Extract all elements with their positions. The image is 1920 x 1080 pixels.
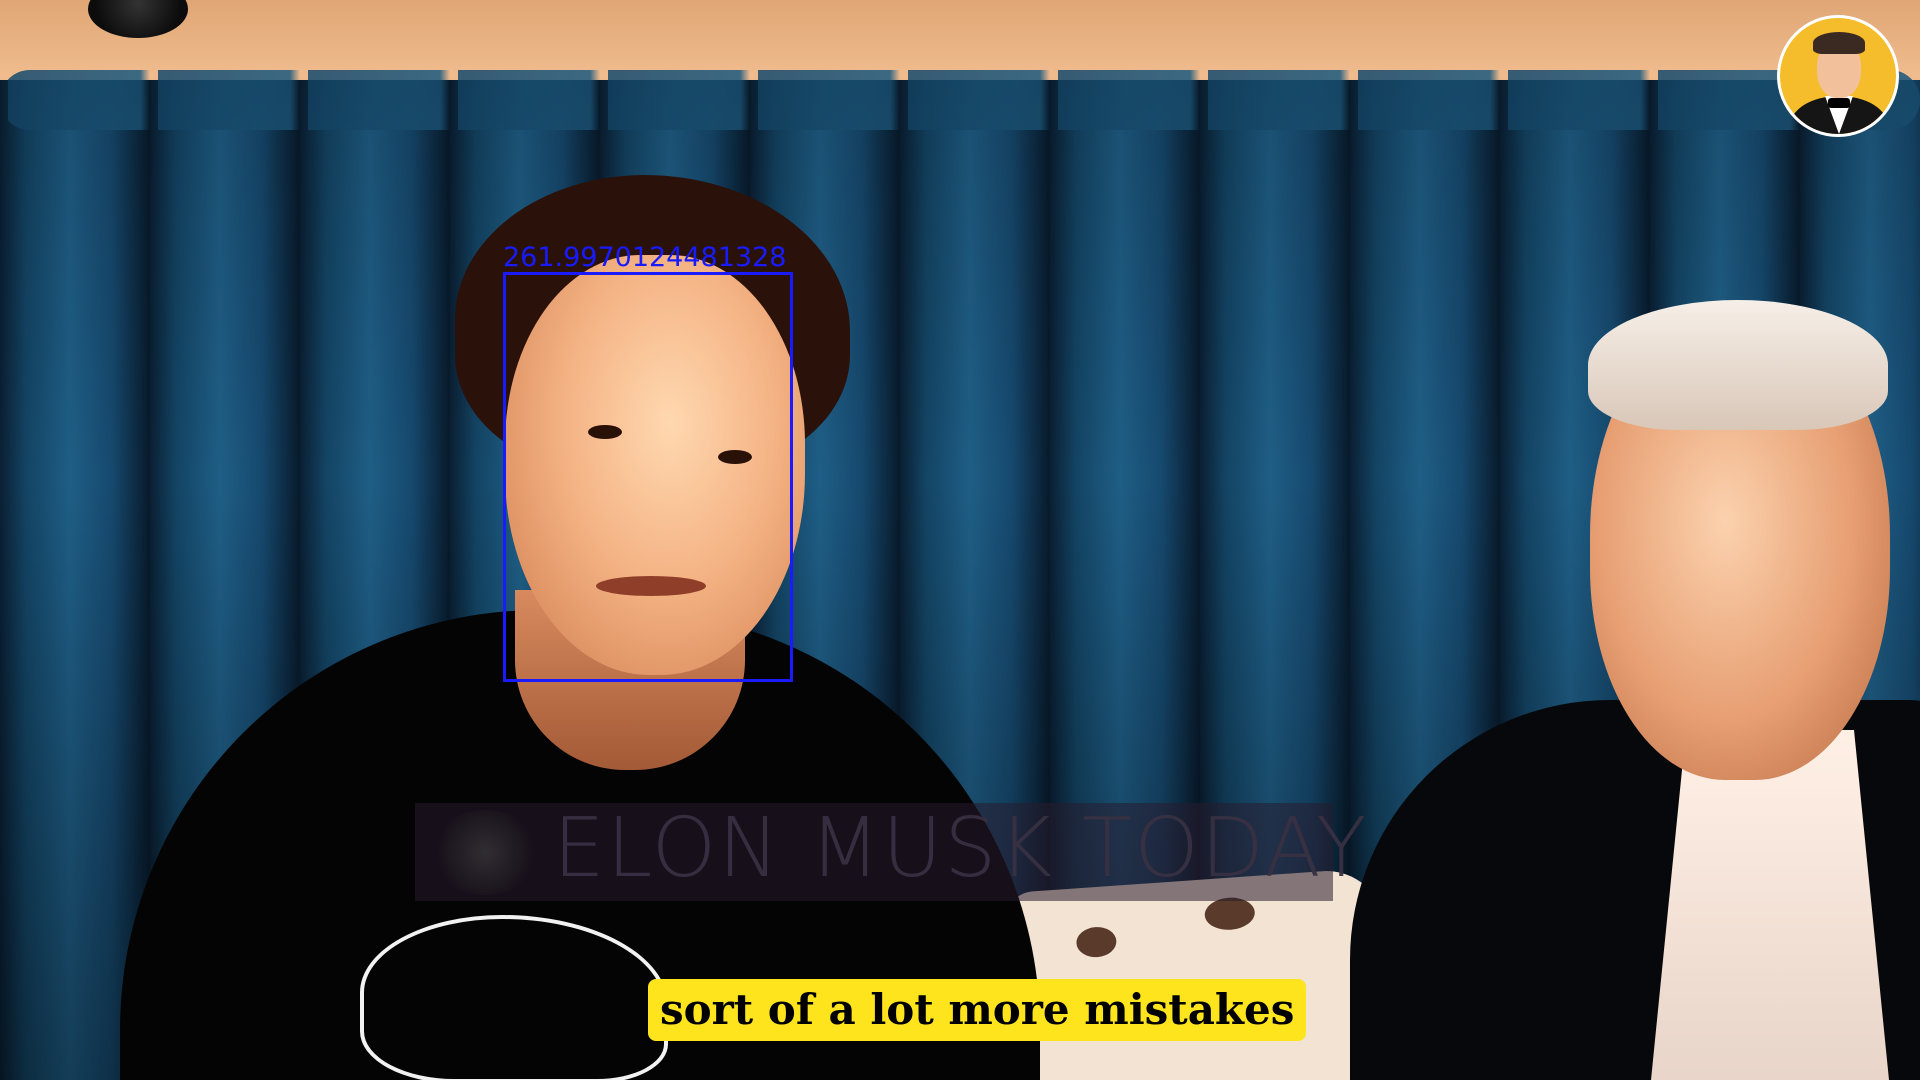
watermark-logo-icon xyxy=(430,810,540,895)
right-person-shirt xyxy=(1650,730,1890,1080)
cushion-pattern xyxy=(1203,896,1256,932)
channel-avatar-icon[interactable] xyxy=(1777,15,1899,137)
cushion-pattern xyxy=(1075,925,1118,959)
watermark-text: ELON MUSK TODAY xyxy=(553,801,1369,896)
face-detection-box xyxy=(503,272,793,682)
video-frame: 261.9970124481328 ELON MUSK TODAY sort o… xyxy=(0,0,1920,1080)
face-detection-label: 261.9970124481328 xyxy=(503,242,787,273)
avatar-bowtie xyxy=(1828,98,1850,108)
avatar-hair xyxy=(1813,32,1865,54)
right-person-hair xyxy=(1588,300,1888,430)
subtitle-caption: sort of a lot more mistakes xyxy=(648,979,1307,1042)
